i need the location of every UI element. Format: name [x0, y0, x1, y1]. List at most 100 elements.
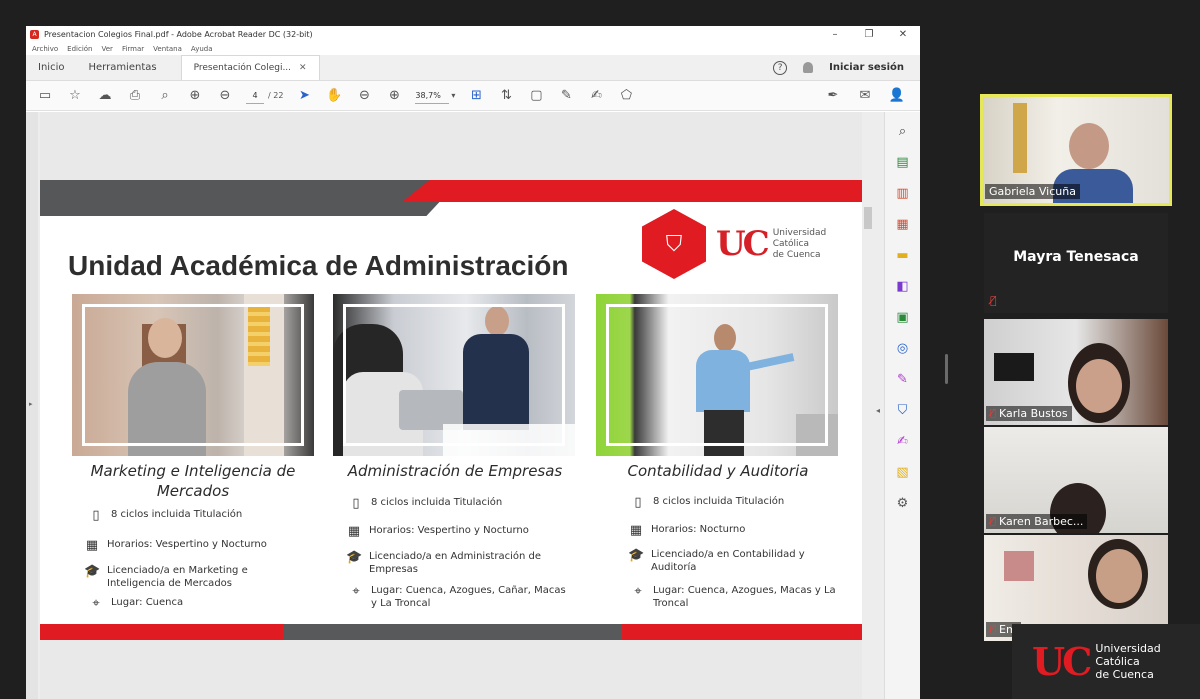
search-tool-icon[interactable]: ⌕: [894, 120, 912, 142]
vertical-scrollbar[interactable]: [864, 207, 872, 229]
slide-bottom-margin: [40, 640, 862, 699]
graduation-cap-icon: 🎓: [628, 548, 645, 563]
program-info-location: ⌖ Lugar: Cuenca, Azogues, Cañar, Macas y …: [348, 584, 568, 610]
program-photo-administracion: [333, 294, 575, 456]
enhance-scan-icon[interactable]: ◎: [894, 337, 912, 359]
page-navigator: / 22: [246, 87, 284, 104]
edit-pdf-icon[interactable]: ▦: [894, 213, 912, 235]
search-icon[interactable]: ⌕: [156, 87, 174, 105]
more-tools-icon[interactable]: ▧: [894, 461, 912, 483]
expand-arrow-icon[interactable]: ▸: [29, 400, 33, 408]
save-icon[interactable]: ▭: [36, 87, 54, 105]
comment-icon[interactable]: ▢: [527, 87, 545, 105]
hand-tool-icon[interactable]: ✋: [325, 87, 343, 105]
page-down-icon[interactable]: ⊖: [216, 87, 234, 105]
bookmark-star-icon[interactable]: ☆: [66, 87, 84, 105]
signin-button[interactable]: Iniciar sesión: [829, 62, 904, 73]
watermark-logo-mark: UC: [1032, 639, 1092, 684]
protect-icon[interactable]: ⛉: [894, 399, 912, 421]
sign-icon[interactable]: ✒: [824, 87, 842, 105]
zoom-out-icon[interactable]: ⊖: [355, 87, 373, 105]
calendar-clock-icon: ▦: [347, 524, 361, 539]
header-band: [40, 180, 862, 216]
info-text: Licenciado/a en Administración de Empres…: [369, 551, 541, 575]
watermark-line-2: Católica: [1095, 655, 1140, 668]
muted-mic-icon: 🎙̸: [990, 516, 997, 527]
customize-tools-icon[interactable]: ⚙: [894, 492, 912, 514]
collapse-right-panel-icon[interactable]: ◂: [876, 406, 880, 415]
highlight-pen-icon[interactable]: ✎: [557, 87, 575, 105]
tab-document[interactable]: Presentación Colegi... ✕: [180, 55, 320, 80]
menu-ver[interactable]: Ver: [102, 45, 113, 53]
participant-name: Karla Bustos: [999, 407, 1068, 420]
program-info-degree: 🎓 Licenciado/a en Administración de Empre…: [346, 550, 570, 576]
program-info-cycles: ▯ 8 ciclos incluida Titulación: [630, 495, 850, 511]
panel-resize-handle[interactable]: [945, 354, 948, 384]
organize-pages-icon[interactable]: ▣: [894, 306, 912, 328]
info-text: Horarios: Nocturno: [651, 524, 746, 535]
program-title-contabilidad: Contabilidad y Auditoria: [627, 462, 809, 480]
page-fit-icon[interactable]: ⊞: [467, 87, 485, 105]
info-text: 8 ciclos incluida Titulación: [653, 496, 785, 507]
menu-bar: Archivo Edición Ver Firmar Ventana Ayuda: [26, 42, 920, 55]
program-title-marketing: Marketing e Inteligencia de Mercados: [90, 462, 296, 500]
participant-tile-no-video[interactable]: Mayra Tenesaca 🎙̸: [984, 213, 1168, 313]
share-user-icon[interactable]: 👤: [888, 87, 906, 105]
participant-name: Mayra Tenesaca: [1013, 249, 1139, 265]
menu-archivo[interactable]: Archivo: [32, 45, 58, 53]
zoom-in-icon[interactable]: ⊕: [385, 87, 403, 105]
participant-tile[interactable]: 🎙̸ Karen Barbec...: [984, 427, 1168, 533]
zoom-selector[interactable]: ▾: [415, 87, 455, 104]
minimize-button[interactable]: –: [818, 29, 852, 40]
participant-tile-active[interactable]: Gabriela Vicuña: [980, 94, 1172, 206]
zoom-dropdown-icon[interactable]: ▾: [451, 91, 455, 100]
print-icon[interactable]: ⎙: [126, 87, 144, 105]
stamp-icon[interactable]: ⬠: [617, 87, 635, 105]
upload-cloud-icon[interactable]: ☁: [96, 87, 114, 105]
location-pin-icon: ⌖: [634, 584, 642, 599]
document-icon: ▯: [92, 508, 100, 523]
watermark-line-3: de Cuenca: [1095, 668, 1154, 681]
menu-ayuda[interactable]: Ayuda: [191, 45, 213, 53]
export-pdf-icon[interactable]: ▤: [894, 151, 912, 173]
menu-ventana[interactable]: Ventana: [153, 45, 182, 53]
document-viewport[interactable]: ▸ ⛉ UC Universidad Católica de Cuenca Un…: [26, 112, 884, 699]
tab-bar: Inicio Herramientas Presentación Colegi.…: [26, 55, 920, 81]
fill-sign-icon[interactable]: ✎: [894, 368, 912, 390]
tab-inicio[interactable]: Inicio: [26, 55, 76, 80]
menu-firmar[interactable]: Firmar: [122, 45, 144, 53]
close-tab-icon[interactable]: ✕: [299, 63, 307, 73]
send-signature-icon[interactable]: ✍: [894, 430, 912, 452]
info-text: Licenciado/a en Marketing e Inteligencia…: [107, 565, 248, 589]
participant-tile[interactable]: 🎙̸ Karla Bustos: [984, 319, 1168, 425]
draw-icon[interactable]: ✍: [587, 87, 605, 105]
university-watermark: UC Universidad Católica de Cuenca: [1012, 624, 1200, 699]
acrobat-app-icon: A: [30, 29, 39, 39]
scroll-mode-icon[interactable]: ⇅: [497, 87, 515, 105]
participant-name-label: Gabriela Vicuña: [985, 184, 1080, 199]
notification-bell-icon[interactable]: [803, 62, 814, 73]
location-pin-icon: ⌖: [92, 596, 100, 611]
help-icon[interactable]: ?: [773, 60, 788, 75]
email-icon[interactable]: ✉: [856, 87, 874, 105]
tools-pane: ⌕ ▤ ▥ ▦ ▬ ◧ ▣ ◎ ✎ ⛉ ✍ ▧ ⚙: [884, 112, 920, 699]
page-number-input[interactable]: [246, 87, 264, 104]
program-info-schedule: ▦ Horarios: Nocturno: [628, 523, 852, 539]
zoom-input[interactable]: [415, 87, 450, 104]
left-panel-toggle[interactable]: ▸: [26, 112, 38, 699]
combine-files-icon[interactable]: ◧: [894, 275, 912, 297]
select-cursor-icon[interactable]: ➤: [295, 87, 313, 105]
tab-herramientas[interactable]: Herramientas: [76, 55, 168, 80]
document-icon: ▯: [634, 495, 642, 510]
muted-mic-icon: 🎙̸: [990, 624, 997, 635]
maximize-button[interactable]: ❐: [852, 29, 886, 40]
menu-edicion[interactable]: Edición: [67, 45, 92, 53]
page-up-icon[interactable]: ⊕: [186, 87, 204, 105]
toolbar: ▭ ☆ ☁ ⎙ ⌕ ⊕ ⊖ / 22 ➤ ✋ ⊖ ⊕ ▾ ⊞ ⇅ ▢ ✎ ✍ ⬠…: [26, 81, 920, 111]
create-pdf-icon[interactable]: ▥: [894, 182, 912, 204]
program-photo-contabilidad: [596, 294, 838, 456]
page-total: / 22: [268, 91, 284, 100]
comment-tool-icon[interactable]: ▬: [894, 244, 912, 266]
document-icon: ▯: [352, 496, 360, 511]
close-button[interactable]: ✕: [886, 29, 920, 40]
